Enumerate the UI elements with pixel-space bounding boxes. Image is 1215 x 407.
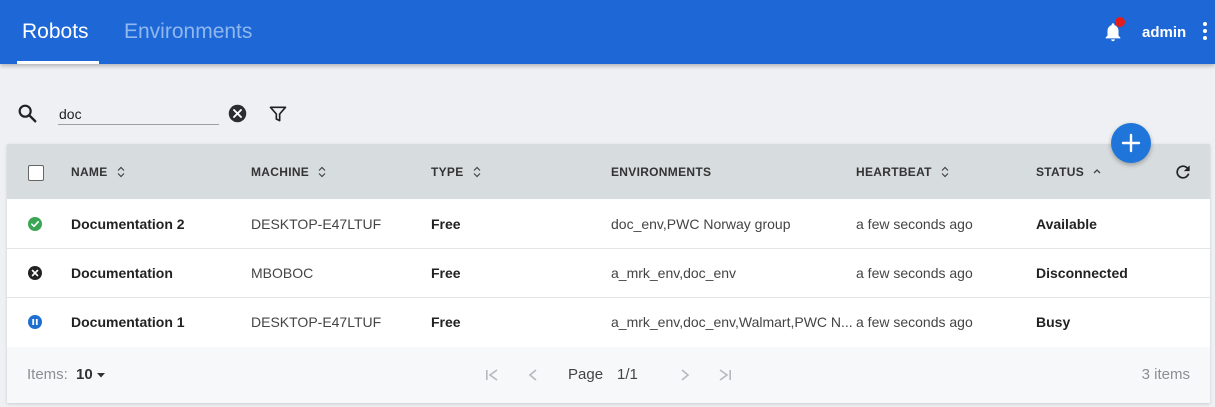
sort-icon [473, 166, 480, 178]
add-robot-button[interactable] [1111, 123, 1151, 163]
robot-environments: doc_env,PWC Norway group [611, 216, 791, 232]
search-input[interactable] [58, 104, 219, 125]
column-header-type[interactable]: TYPE [431, 165, 481, 179]
more-menu-icon[interactable] [1203, 22, 1209, 44]
check-circle-icon [28, 217, 42, 231]
first-page-icon[interactable] [484, 367, 500, 383]
user-name[interactable]: admin [1142, 24, 1186, 41]
robot-type: Free [431, 314, 461, 330]
page-label: Page [568, 366, 604, 383]
filter-icon[interactable] [268, 104, 288, 124]
items-label: Items: [27, 366, 68, 383]
table-header: NAME MACHINE TYPE ENVIRONMENTS HEARTBEAT… [7, 144, 1210, 199]
select-all-checkbox[interactable] [28, 165, 44, 181]
robot-name: Documentation 2 [71, 216, 185, 232]
robot-name: Documentation 1 [71, 314, 185, 330]
tab-robots[interactable]: Robots [22, 20, 89, 44]
caret-down-icon [96, 372, 105, 377]
robot-environments: a_mrk_env,doc_env [611, 265, 737, 281]
search-icon [18, 104, 37, 123]
tab-environments[interactable]: Environments [124, 20, 252, 44]
robot-type: Free [431, 265, 461, 281]
last-page-icon[interactable] [717, 367, 733, 383]
robot-status: Busy [1036, 314, 1071, 330]
next-page-icon[interactable] [677, 367, 693, 383]
robot-heartbeat: a few seconds ago [856, 265, 973, 281]
page-indicator: 1/1 [617, 366, 638, 383]
robot-machine: DESKTOP-E47LTUF [251, 314, 382, 330]
robot-type: Free [431, 216, 461, 232]
robot-status: Available [1036, 216, 1097, 232]
table-row[interactable]: Documentation 2 DESKTOP-E47LTUF Free doc… [7, 199, 1210, 249]
robot-machine: MBOBOC [251, 265, 314, 281]
refresh-icon[interactable] [1173, 162, 1193, 182]
x-circle-icon [28, 266, 42, 280]
sort-icon [117, 166, 124, 178]
robot-heartbeat: a few seconds ago [856, 216, 973, 232]
sort-icon [941, 166, 949, 178]
clear-icon[interactable] [227, 103, 248, 124]
robot-name: Documentation [71, 265, 173, 281]
robot-status: Disconnected [1036, 265, 1128, 281]
plus-icon [1121, 133, 1141, 153]
sort-icon [318, 166, 326, 178]
total-items: 3 items [1141, 366, 1190, 383]
robots-table: NAME MACHINE TYPE ENVIRONMENTS HEARTBEAT… [7, 144, 1210, 403]
robot-environments: a_mrk_env,doc_env,Walmart,PWC N... [611, 314, 853, 330]
table-footer: Items: 10 Page 1/1 3 items [7, 347, 1210, 403]
table-row[interactable]: Documentation MBOBOC Free a_mrk_env,doc_… [7, 248, 1210, 298]
column-header-heartbeat[interactable]: HEARTBEAT [856, 165, 949, 179]
robot-machine: DESKTOP-E47LTUF [251, 216, 382, 232]
robot-heartbeat: a few seconds ago [856, 314, 973, 330]
column-header-status[interactable]: STATUS [1036, 165, 1101, 179]
table-row[interactable]: Documentation 1 DESKTOP-E47LTUF Free a_m… [7, 297, 1210, 346]
previous-page-icon[interactable] [525, 367, 541, 383]
active-tab-indicator [17, 61, 99, 64]
column-header-environments: ENVIRONMENTS [611, 165, 712, 179]
column-header-machine[interactable]: MACHINE [251, 165, 326, 179]
pause-circle-icon [28, 315, 42, 329]
notification-badge [1115, 17, 1125, 27]
sort-ascending-icon [1093, 169, 1101, 174]
column-header-name[interactable]: NAME [71, 165, 125, 179]
items-per-page-select[interactable]: 10 [76, 366, 107, 383]
top-bar: Robots Environments admin [0, 0, 1215, 64]
